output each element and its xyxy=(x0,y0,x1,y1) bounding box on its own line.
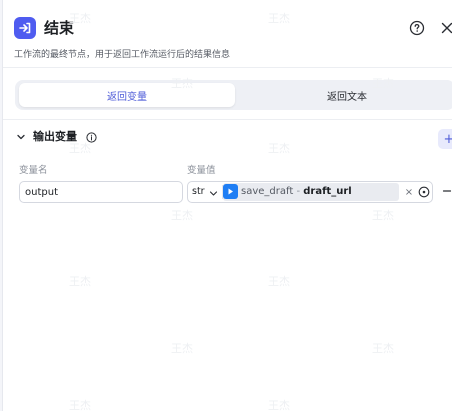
end-node-icon xyxy=(14,17,36,39)
close-icon[interactable] xyxy=(437,18,452,38)
reference-field-name: draft_url xyxy=(303,186,352,197)
return-mode-tabs: 返回变量 返回文本 xyxy=(15,80,452,110)
plugin-node-icon xyxy=(223,184,238,199)
type-select-value[interactable]: str xyxy=(192,186,205,197)
column-label-value: 变量值 xyxy=(187,165,216,176)
variable-value-field: str save_draft - draft_url × xyxy=(187,181,433,203)
chevron-down-icon[interactable] xyxy=(15,131,27,143)
reference-separator: - xyxy=(293,186,304,197)
variable-picker-icon[interactable] xyxy=(417,185,430,198)
tab-return-variables[interactable]: 返回变量 xyxy=(19,83,235,107)
end-node-panel: 结束 工作流的最终节点，用于返回工作流运行后的结果信息 返回变量 返回文本 输出… xyxy=(2,0,452,411)
watermark: 王杰 xyxy=(268,142,290,155)
add-output-button[interactable]: + xyxy=(438,129,452,149)
watermark: 王杰 xyxy=(171,342,193,355)
variable-name-input[interactable] xyxy=(19,181,183,203)
panel-header: 结束 工作流的最终节点，用于返回工作流运行后的结果信息 xyxy=(3,0,452,68)
chevron-down-icon[interactable] xyxy=(208,188,218,198)
watermark: 王杰 xyxy=(171,209,193,222)
watermark: 王杰 xyxy=(372,209,394,222)
info-icon[interactable] xyxy=(85,131,97,143)
watermark: 王杰 xyxy=(69,275,91,288)
reference-node-name: save_draft xyxy=(241,186,294,197)
watermark: 王杰 xyxy=(372,342,394,355)
watermark: 王杰 xyxy=(69,399,91,411)
node-title: 结束 xyxy=(44,19,75,37)
help-circle-icon[interactable] xyxy=(407,18,427,38)
watermark: 王杰 xyxy=(268,275,290,288)
remove-output-button[interactable] xyxy=(440,183,452,199)
output-section-title: 输出变量 xyxy=(33,130,77,143)
node-description: 工作流的最终节点，用于返回工作流运行后的结果信息 xyxy=(14,50,231,60)
reference-path: save_draft - draft_url xyxy=(241,185,352,199)
tab-return-text[interactable]: 返回文本 xyxy=(239,83,452,107)
clear-icon[interactable]: × xyxy=(404,186,414,198)
variable-reference-chip[interactable]: save_draft - draft_url xyxy=(223,183,399,201)
watermark: 王杰 xyxy=(268,399,290,411)
section-divider xyxy=(3,119,452,120)
column-label-name: 变量名 xyxy=(19,165,48,176)
